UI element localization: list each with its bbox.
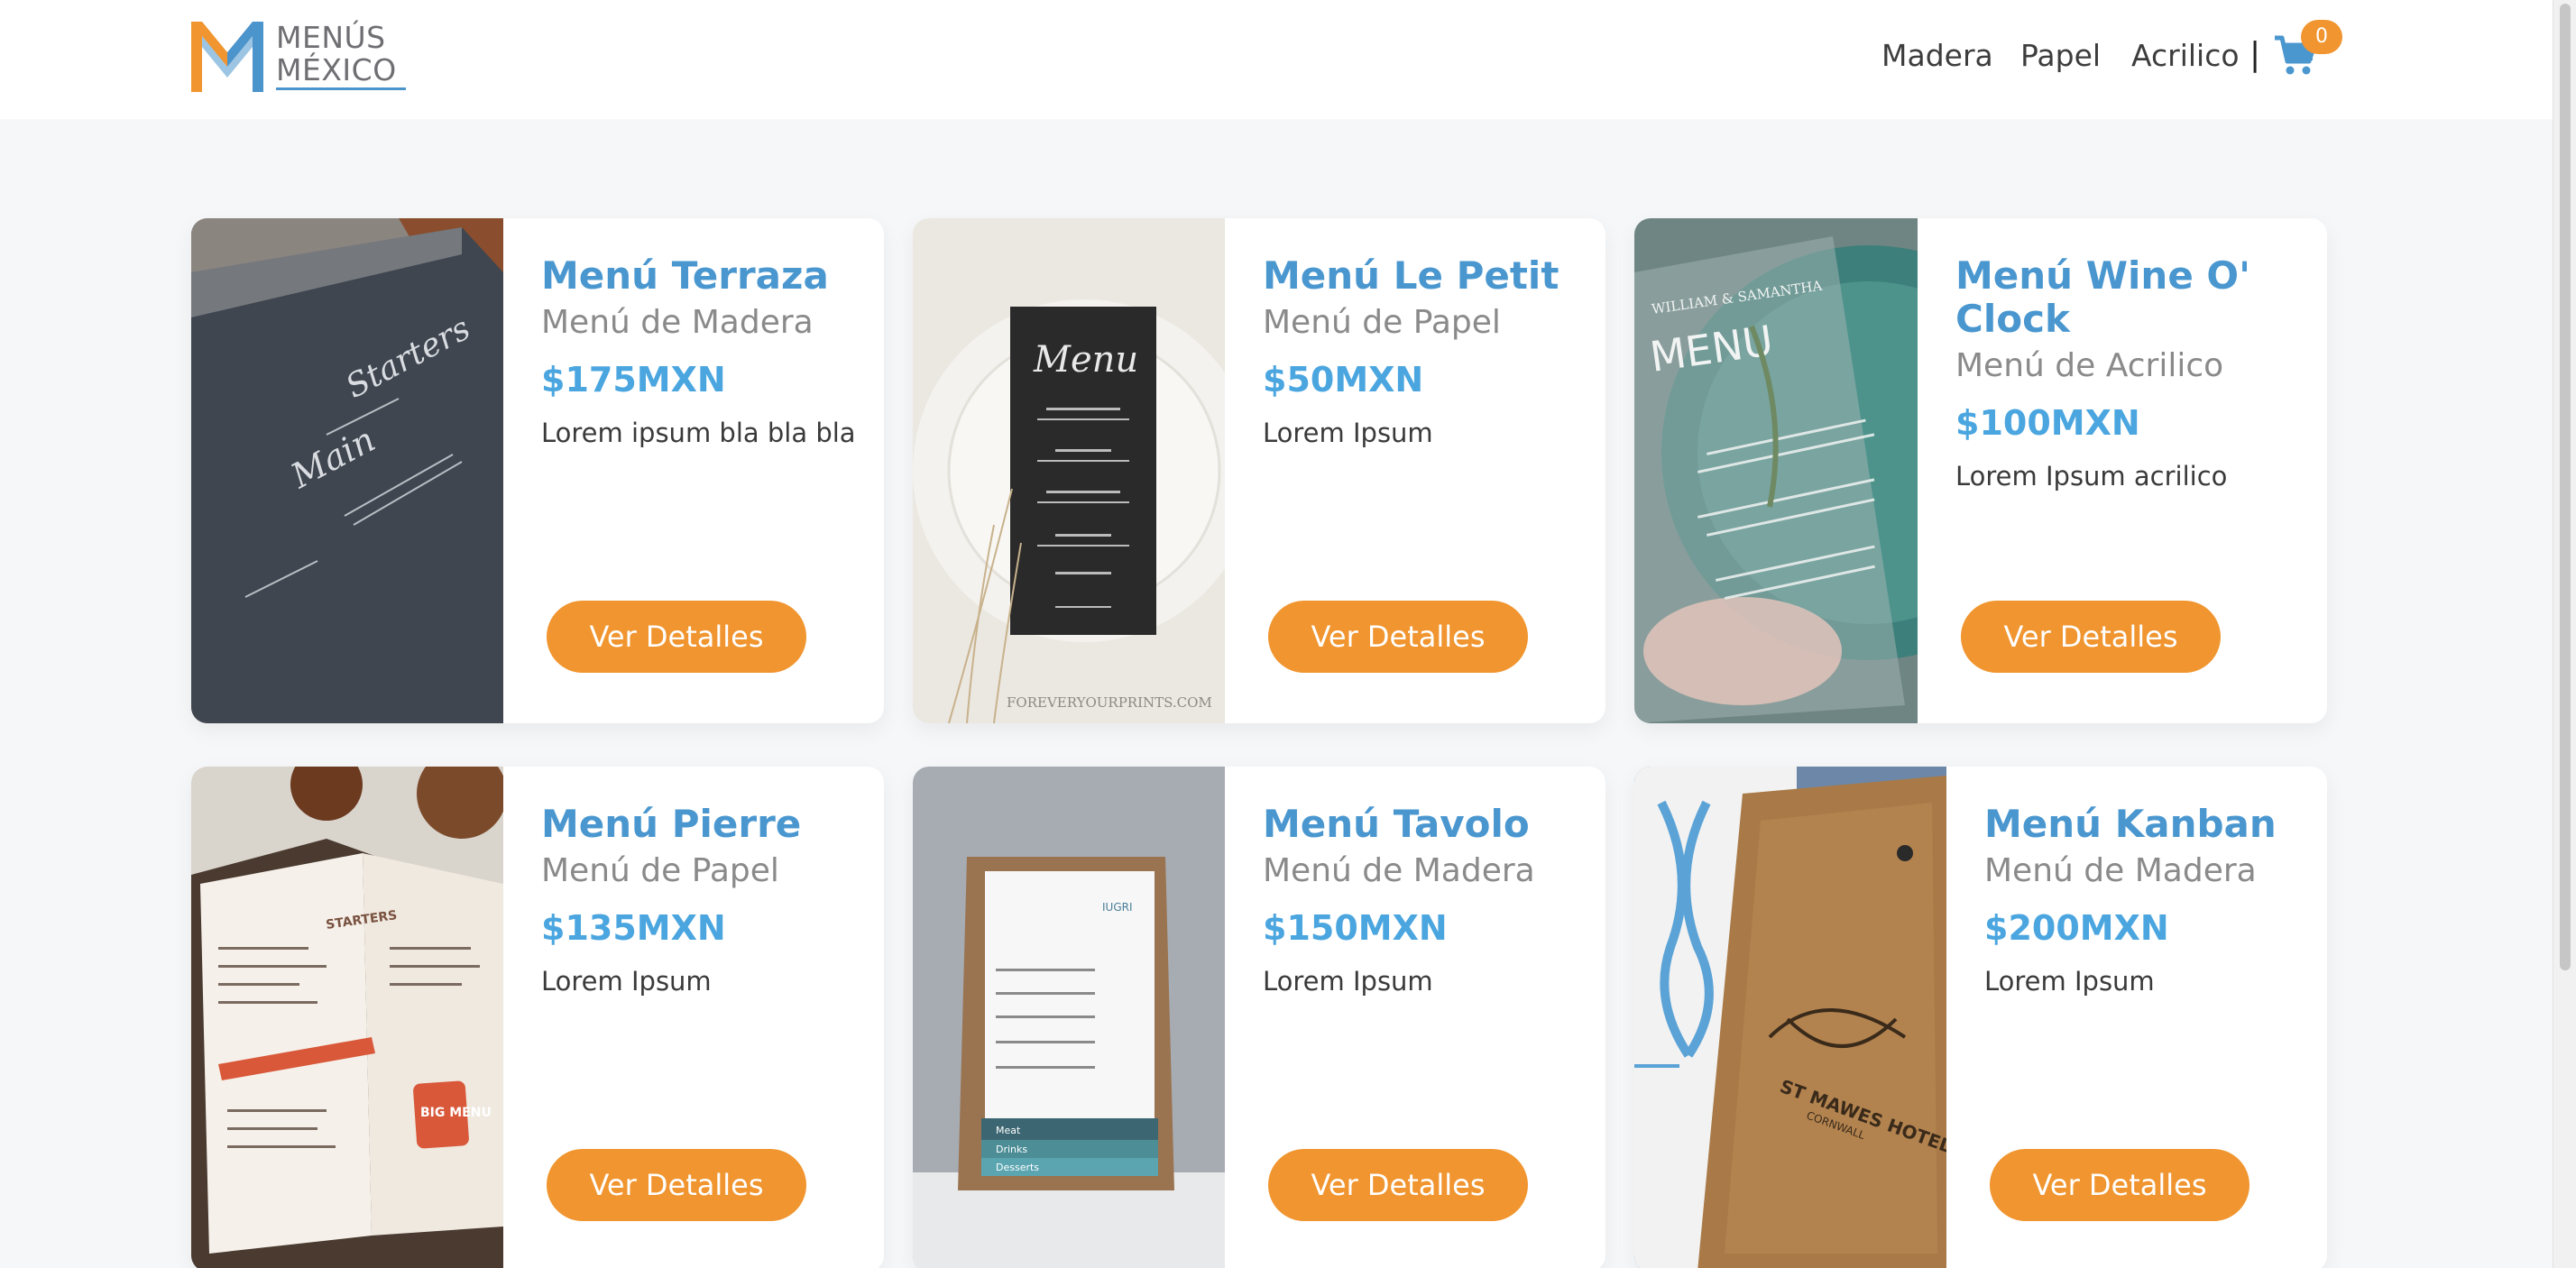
menu-heading: Menu xyxy=(1033,339,1138,381)
menu-tab-drinks: Drinks xyxy=(996,1144,1027,1155)
brand-line2: MÉXICO xyxy=(276,52,397,87)
product-description: Lorem Ipsum xyxy=(1263,966,1433,997)
product-category: Menú de Madera xyxy=(1263,852,1535,889)
product-category: Menú de Papel xyxy=(541,852,779,889)
product-info: Menú Pierre Menú de Papel $135MXN Lorem … xyxy=(541,803,866,997)
product-image[interactable]: IUGRI Meat Drinks Desserts xyxy=(913,767,1225,1268)
product-card: Menu FOREVERYOURPRINTS.COM Menú Le Petit… xyxy=(913,218,1605,723)
product-description: Lorem Ipsum acrilico xyxy=(1955,461,2228,492)
product-price: $50MXN xyxy=(1263,360,1424,400)
product-title[interactable]: Menú Kanban xyxy=(1984,803,2309,846)
nav-link-madera[interactable]: Madera xyxy=(1881,38,1993,73)
scrollbar-thumb[interactable] xyxy=(2560,4,2571,970)
product-description: Lorem Ipsum xyxy=(1984,966,2155,997)
product-card: STARTERS BIG MENU Menú Pierre Menú de Pa… xyxy=(191,767,884,1268)
view-details-button[interactable]: Ver Detalles xyxy=(1961,601,2221,673)
view-details-button[interactable]: Ver Detalles xyxy=(1268,1149,1528,1221)
product-description: Lorem ipsum bla bla bla xyxy=(541,418,856,448)
product-description: Lorem Ipsum xyxy=(1263,418,1433,448)
product-price: $175MXN xyxy=(541,360,726,400)
product-card-body: Menú Le Petit Menú de Papel $50MXN Lorem… xyxy=(1225,218,1605,723)
product-card-body: Menú Wine O' Clock Menú de Acrilico $100… xyxy=(1918,218,2327,723)
product-image[interactable]: ST MAWES HOTEL CORNWALL xyxy=(1634,767,1955,1268)
product-category: Menú de Papel xyxy=(1263,304,1501,341)
view-details-button[interactable]: Ver Detalles xyxy=(1268,601,1528,673)
view-details-button[interactable]: Ver Detalles xyxy=(547,601,806,673)
product-category: Menú de Madera xyxy=(1984,852,2257,889)
product-info: Menú Terraza Menú de Madera $175MXN Lore… xyxy=(541,254,866,449)
product-title[interactable]: Menú Tavolo xyxy=(1263,803,1587,846)
product-info: Menú Tavolo Menú de Madera $150MXN Lorem… xyxy=(1263,803,1587,997)
menu-tab-meat: Meat xyxy=(996,1125,1021,1136)
product-card: Starters Main Menú Terraza Menú de Mader… xyxy=(191,218,884,723)
product-title[interactable]: Menú Le Petit xyxy=(1263,254,1587,298)
site-header: MENÚS MÉXICO Madera Papel Acrilico | 0 xyxy=(0,0,2553,119)
product-info: Menú Wine O' Clock Menú de Acrilico $100… xyxy=(1955,254,2291,492)
product-description: Lorem Ipsum xyxy=(541,966,712,997)
product-title[interactable]: Menú Terraza xyxy=(541,254,866,298)
product-price: $100MXN xyxy=(1955,403,2140,443)
nav-link-papel[interactable]: Papel xyxy=(2020,38,2101,73)
nav-separator: | xyxy=(2249,36,2261,73)
product-image[interactable]: Menu FOREVERYOURPRINTS.COM xyxy=(913,218,1256,723)
cart-count-badge: 0 xyxy=(2301,20,2342,54)
brand-wordmark: MENÚS MÉXICO xyxy=(276,22,397,87)
nav-link-acrilico[interactable]: Acrilico xyxy=(2131,38,2240,73)
menu-brand: IUGRI xyxy=(1102,901,1133,914)
product-card-body: Menú Tavolo Menú de Madera $150MXN Lorem… xyxy=(1225,767,1605,1268)
product-info: Menú Le Petit Menú de Papel $50MXN Lorem… xyxy=(1263,254,1587,449)
view-details-button[interactable]: Ver Detalles xyxy=(547,1149,806,1221)
product-card: WILLIAM & SAMANTHA MENU Menú Wine O' Clo… xyxy=(1634,218,2327,723)
brand-logo[interactable]: MENÚS MÉXICO xyxy=(189,20,406,94)
product-price: $200MXN xyxy=(1984,908,2169,948)
product-card: IUGRI Meat Drinks Desserts Menú Tavolo M… xyxy=(913,767,1605,1268)
page-scrollbar[interactable] xyxy=(2553,0,2576,1268)
brand-line1: MENÚS xyxy=(276,20,386,55)
view-details-button[interactable]: Ver Detalles xyxy=(1990,1149,2249,1221)
product-card-body: Menú Pierre Menú de Papel $135MXN Lorem … xyxy=(503,767,884,1268)
product-price: $150MXN xyxy=(1263,908,1448,948)
product-title[interactable]: Menú Wine O' Clock xyxy=(1955,254,2291,341)
product-price: $135MXN xyxy=(541,908,726,948)
product-title[interactable]: Menú Pierre xyxy=(541,803,866,846)
product-card-body: Menú Kanban Menú de Madera $200MXN Lorem… xyxy=(1946,767,2327,1268)
product-info: Menú Kanban Menú de Madera $200MXN Lorem… xyxy=(1984,803,2309,997)
product-image[interactable]: WILLIAM & SAMANTHA MENU xyxy=(1634,218,2076,723)
menu-badge: BIG MENU xyxy=(420,1106,492,1120)
product-category: Menú de Acrilico xyxy=(1955,347,2224,384)
product-category: Menú de Madera xyxy=(541,304,814,341)
brand-underline xyxy=(276,87,406,90)
logo-mark-icon xyxy=(191,22,263,92)
menu-tab-desserts: Desserts xyxy=(996,1162,1039,1173)
product-card: ST MAWES HOTEL CORNWALL Menú Kanban Menú… xyxy=(1634,767,2327,1268)
product-image[interactable]: Starters Main xyxy=(191,218,503,723)
product-card-body: Menú Terraza Menú de Madera $175MXN Lore… xyxy=(503,218,884,723)
image-watermark: FOREVERYOURPRINTS.COM xyxy=(1007,694,1212,711)
product-image[interactable]: STARTERS BIG MENU xyxy=(191,767,507,1268)
